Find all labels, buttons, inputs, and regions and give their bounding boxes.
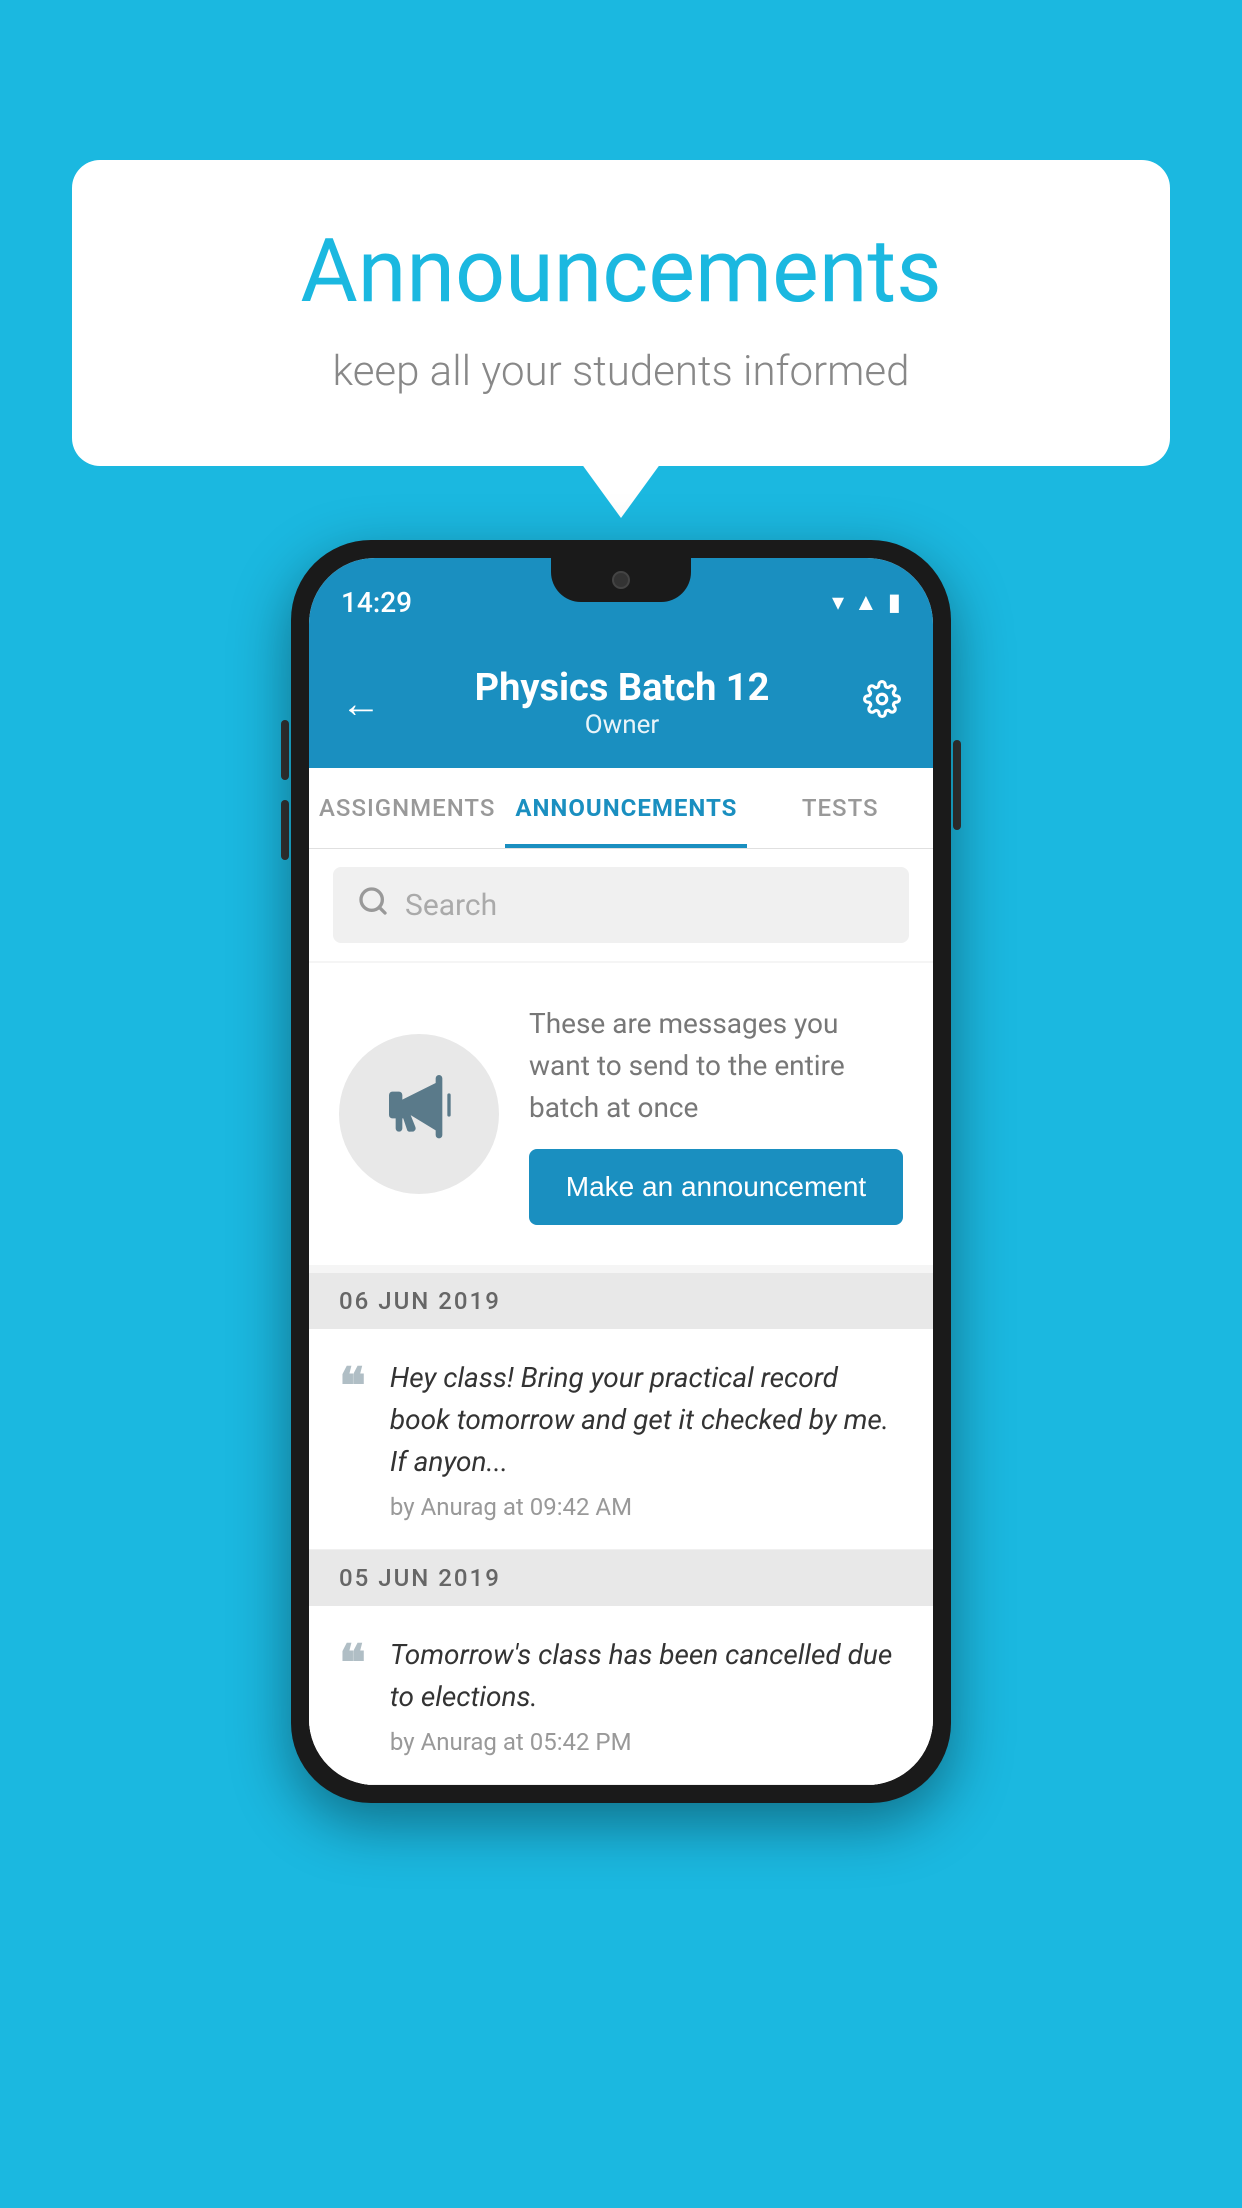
search-section: Search — [309, 849, 933, 961]
megaphone-circle — [339, 1034, 499, 1194]
tab-announcements[interactable]: ANNOUNCEMENTS — [505, 768, 747, 848]
announcement-title: Announcements — [152, 220, 1090, 323]
promo-section: These are messages you want to send to t… — [309, 963, 933, 1265]
announcement-meta-1: by Anurag at 09:42 AM — [390, 1493, 903, 1521]
search-bar[interactable]: Search — [333, 867, 909, 943]
phone-screen: 14:29 ▾ ▲ ▮ ← Physics Batch 12 Owner — [309, 558, 933, 1785]
announcement-item-2[interactable]: ❝ Tomorrow's class has been cancelled du… — [309, 1606, 933, 1785]
search-placeholder: Search — [405, 888, 497, 923]
date-divider-2: 05 JUN 2019 — [309, 1550, 933, 1606]
announcement-item-1[interactable]: ❝ Hey class! Bring your practical record… — [309, 1329, 933, 1550]
announcement-subtitle: keep all your students informed — [152, 347, 1090, 396]
back-button[interactable]: ← — [341, 680, 381, 727]
power-button — [953, 740, 961, 830]
tab-tests[interactable]: TESTS — [747, 768, 933, 848]
announcement-meta-2: by Anurag at 05:42 PM — [390, 1728, 903, 1756]
promo-description: These are messages you want to send to t… — [529, 1003, 903, 1129]
status-bar: 14:29 ▾ ▲ ▮ — [309, 558, 933, 646]
settings-button[interactable] — [863, 680, 901, 727]
front-camera — [612, 571, 630, 589]
date-divider-1: 06 JUN 2019 — [309, 1273, 933, 1329]
phone-notch — [551, 558, 691, 602]
volume-down-button — [281, 800, 289, 860]
batch-title: Physics Batch 12 — [475, 666, 770, 710]
search-icon — [357, 885, 389, 925]
speech-bubble-section: Announcements keep all your students inf… — [72, 160, 1170, 466]
make-announcement-button[interactable]: Make an announcement — [529, 1149, 903, 1225]
speech-bubble: Announcements keep all your students inf… — [72, 160, 1170, 466]
content-area: Search These are messages — [309, 849, 933, 1785]
status-time: 14:29 — [341, 586, 412, 619]
announcement-content-2: Tomorrow's class has been cancelled due … — [390, 1634, 903, 1756]
phone-mockup: 14:29 ▾ ▲ ▮ ← Physics Batch 12 Owner — [291, 540, 951, 1803]
quote-icon-1: ❝ — [339, 1361, 366, 1411]
tab-assignments[interactable]: ASSIGNMENTS — [309, 768, 505, 848]
signal-icon: ▲ — [854, 588, 878, 617]
announcement-text-2: Tomorrow's class has been cancelled due … — [390, 1634, 903, 1718]
announcement-content-1: Hey class! Bring your practical record b… — [390, 1357, 903, 1521]
phone-outer-frame: 14:29 ▾ ▲ ▮ ← Physics Batch 12 Owner — [291, 540, 951, 1803]
announcement-text-1: Hey class! Bring your practical record b… — [390, 1357, 903, 1483]
megaphone-icon — [379, 1065, 459, 1163]
quote-icon-2: ❝ — [339, 1638, 366, 1688]
wifi-icon: ▾ — [832, 588, 844, 616]
volume-up-button — [281, 720, 289, 780]
battery-icon: ▮ — [888, 588, 901, 616]
promo-content: These are messages you want to send to t… — [529, 1003, 903, 1225]
header-center: Physics Batch 12 Owner — [475, 666, 770, 740]
status-icons: ▾ ▲ ▮ — [832, 588, 901, 617]
tabs-bar: ASSIGNMENTS ANNOUNCEMENTS TESTS — [309, 768, 933, 849]
batch-role: Owner — [475, 710, 770, 740]
app-header: ← Physics Batch 12 Owner — [309, 646, 933, 768]
